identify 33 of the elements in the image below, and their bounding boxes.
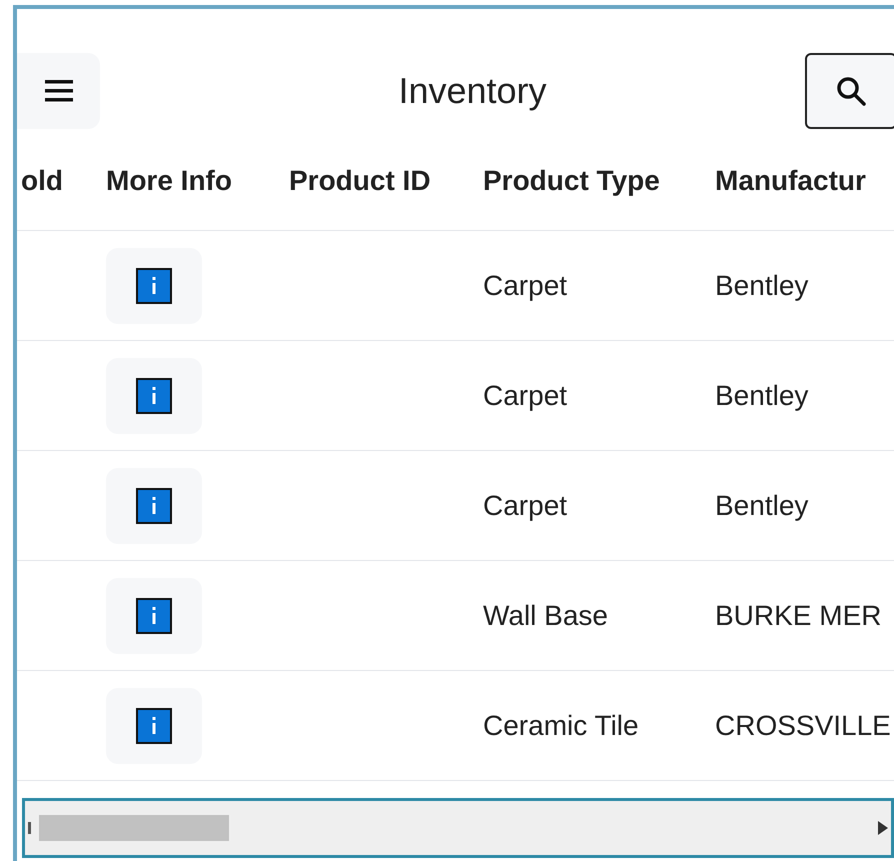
table-cell: Bentley [715,490,808,520]
table-cell: Carpet [483,490,568,520]
info-icon [136,598,172,634]
table-cell: Carpet [483,380,568,410]
scroll-right-icon[interactable] [878,821,888,835]
column-header: Product Type [483,164,660,196]
info-icon [136,378,172,414]
scrollbar-thumb[interactable] [39,815,229,841]
page-title: Inventory [398,69,547,113]
table-cell: BURKE MER [715,600,882,630]
info-icon [136,268,172,304]
info-icon [136,708,172,744]
table-cell: Wall Base [483,600,608,630]
column-header: Manufactur [715,164,866,196]
menu-button[interactable] [17,53,100,129]
more-info-button[interactable] [106,688,202,764]
column-header: More Info [106,164,232,196]
table-cell: Carpet [483,270,568,300]
more-info-button[interactable] [106,578,202,654]
column-header: old [21,164,63,196]
horizontal-scrollbar[interactable] [22,798,894,858]
table-cell: Ceramic Tile [483,710,639,740]
table-cell: Bentley [715,380,808,410]
table-cell: CROSSVILLE [715,710,891,740]
table-cell: Bentley [715,270,808,300]
menu-icon [44,80,72,102]
more-info-button[interactable] [106,248,202,324]
more-info-button[interactable] [106,358,202,434]
more-info-button[interactable] [106,468,202,544]
column-header: Product ID [289,164,431,196]
search-icon [835,75,867,107]
search-button[interactable] [805,53,894,129]
info-icon [136,488,172,524]
